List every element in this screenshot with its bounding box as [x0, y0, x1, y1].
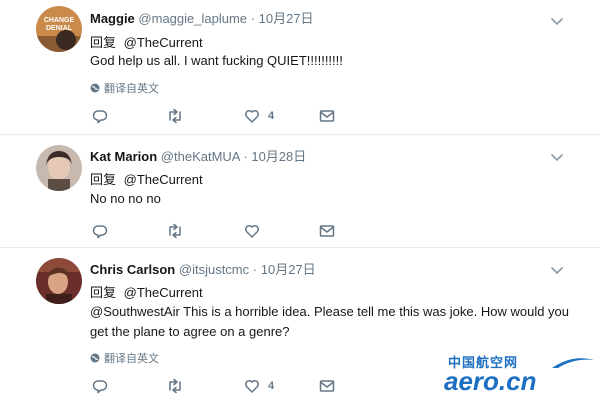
globe-icon	[90, 83, 100, 93]
reply-icon	[92, 225, 108, 239]
reply-button[interactable]	[92, 106, 108, 126]
svg-text:DENIAL: DENIAL	[46, 25, 73, 32]
retweet-icon	[169, 108, 181, 124]
tweet-text: God help us all. I want fucking QUIET!!!…	[90, 53, 343, 68]
envelope-icon	[319, 225, 335, 237]
avatar[interactable]: CHANGE DENIAL	[36, 6, 82, 52]
user-handle[interactable]: @maggie_laplume	[138, 11, 247, 26]
separator: ·	[252, 262, 258, 277]
tweet-date[interactable]: 10月28日	[251, 149, 306, 164]
chevron-down-icon[interactable]	[550, 150, 564, 162]
swoosh-icon	[552, 358, 594, 368]
translate-label: 翻译自英文	[104, 83, 159, 95]
reply-label: 回复	[90, 285, 117, 300]
reply-button[interactable]	[92, 376, 108, 396]
tweet[interactable]: CHANGE DENIAL Maggie @maggie_laplume · 1…	[0, 0, 600, 135]
reply-to-handle[interactable]: @TheCurrent	[124, 285, 203, 300]
replying-to: 回复 @TheCurrent	[90, 32, 203, 51]
tweet-text: No no no no	[90, 191, 161, 206]
tweet-header: Maggie @maggie_laplume · 10月27日	[90, 8, 314, 27]
reply-label: 回复	[90, 172, 117, 187]
replying-to: 回复 @TheCurrent	[90, 282, 203, 301]
translate-label: 翻译自英文	[104, 353, 159, 365]
retweet-icon	[169, 378, 181, 394]
dm-button[interactable]	[319, 106, 335, 126]
separator: ·	[250, 11, 255, 26]
like-count: 4	[268, 380, 275, 392]
heart-icon	[244, 224, 260, 238]
dm-button[interactable]	[319, 376, 335, 396]
avatar[interactable]	[36, 145, 82, 191]
like-button[interactable]	[244, 221, 260, 241]
user-handle[interactable]: @theKatMUA	[161, 149, 240, 164]
display-name[interactable]: Chris Carlson	[90, 262, 175, 277]
retweet-icon	[169, 223, 181, 239]
display-name[interactable]: Kat Marion	[90, 149, 157, 164]
tweet-date[interactable]: 10月27日	[259, 11, 314, 26]
tweet-header: Kat Marion @theKatMUA · 10月28日	[90, 146, 306, 165]
tweet-actions: 4	[90, 106, 350, 126]
chevron-down-icon[interactable]	[550, 263, 564, 275]
separator: ·	[243, 149, 248, 164]
globe-icon	[90, 353, 100, 363]
retweet-button[interactable]	[166, 106, 184, 126]
heart-icon	[244, 109, 260, 123]
watermark-en: aero.cn	[444, 366, 537, 396]
envelope-icon	[319, 380, 335, 392]
display-name[interactable]: Maggie	[90, 11, 135, 26]
tweet-actions: 4	[90, 376, 350, 396]
tweet-actions	[90, 221, 350, 241]
dm-button[interactable]	[319, 221, 335, 241]
replying-to: 回复 @TheCurrent	[90, 169, 203, 188]
like-button[interactable]: 4	[244, 376, 274, 396]
retweet-button[interactable]	[166, 221, 184, 241]
reply-to-handle[interactable]: @TheCurrent	[124, 172, 203, 187]
watermark: 中国航空网 aero.cn	[430, 352, 600, 400]
tweet-date[interactable]: 10月27日	[261, 262, 316, 277]
reply-button[interactable]	[92, 221, 108, 241]
reply-icon	[92, 380, 108, 394]
heart-icon	[244, 379, 260, 393]
like-count: 4	[268, 110, 275, 122]
reply-icon	[92, 110, 108, 124]
tweet-header: Chris Carlson @itsjustcmc · 10月27日	[90, 259, 316, 278]
reply-to-handle[interactable]: @TheCurrent	[124, 35, 203, 50]
tweet[interactable]: Kat Marion @theKatMUA · 10月28日 回复 @TheCu…	[0, 135, 600, 248]
tweet-text: @SouthwestAir This is a horrible idea. P…	[90, 304, 570, 339]
user-handle[interactable]: @itsjustcmc	[179, 262, 249, 277]
translate-link[interactable]: 翻译自英文	[90, 350, 159, 366]
translate-link[interactable]: 翻译自英文	[90, 80, 159, 96]
retweet-button[interactable]	[166, 376, 184, 396]
envelope-icon	[319, 110, 335, 122]
chevron-down-icon[interactable]	[550, 14, 564, 26]
like-button[interactable]: 4	[244, 106, 274, 126]
reply-label: 回复	[90, 35, 117, 50]
avatar[interactable]	[36, 258, 82, 304]
svg-text:CHANGE: CHANGE	[44, 17, 75, 24]
